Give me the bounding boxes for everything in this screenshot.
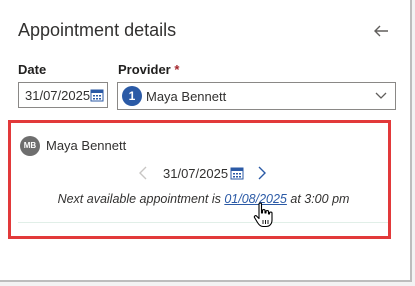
calendar-icon[interactable] <box>90 88 104 102</box>
next-available-prefix: Next available appointment is <box>57 192 225 206</box>
next-available-text: Next available appointment is 01/08/2025… <box>0 192 407 206</box>
calendar-icon[interactable] <box>230 166 244 180</box>
provider-select[interactable]: 1 Maya Bennett <box>117 82 396 110</box>
arrow-left-icon[interactable] <box>372 22 390 40</box>
divider <box>18 222 388 223</box>
next-available-suffix: at 3:00 pm <box>286 192 350 206</box>
schedule-provider-name: Maya Bennett <box>46 138 127 153</box>
hand-pointer-icon <box>253 202 273 228</box>
provider-select-value: Maya Bennett <box>146 89 227 104</box>
date-label: Date <box>18 62 47 77</box>
panel-title: Appointment details <box>18 20 177 40</box>
schedule-date: 31/07/2025 <box>163 166 229 181</box>
avatar: MB <box>20 136 40 156</box>
chevron-right-icon[interactable] <box>257 166 267 180</box>
provider-badge: 1 <box>122 86 142 106</box>
provider-label: Provider * <box>118 62 179 77</box>
chevron-down-icon[interactable] <box>375 92 387 100</box>
chevron-left-icon[interactable] <box>138 166 148 180</box>
date-field-value: 31/07/2025 <box>25 88 91 103</box>
provider-label-text: Provider <box>118 62 171 77</box>
appointment-details-panel: Appointment details Date Provider * 31/0… <box>0 0 412 282</box>
date-field[interactable]: 31/07/2025 <box>18 82 108 108</box>
required-marker: * <box>174 62 180 77</box>
